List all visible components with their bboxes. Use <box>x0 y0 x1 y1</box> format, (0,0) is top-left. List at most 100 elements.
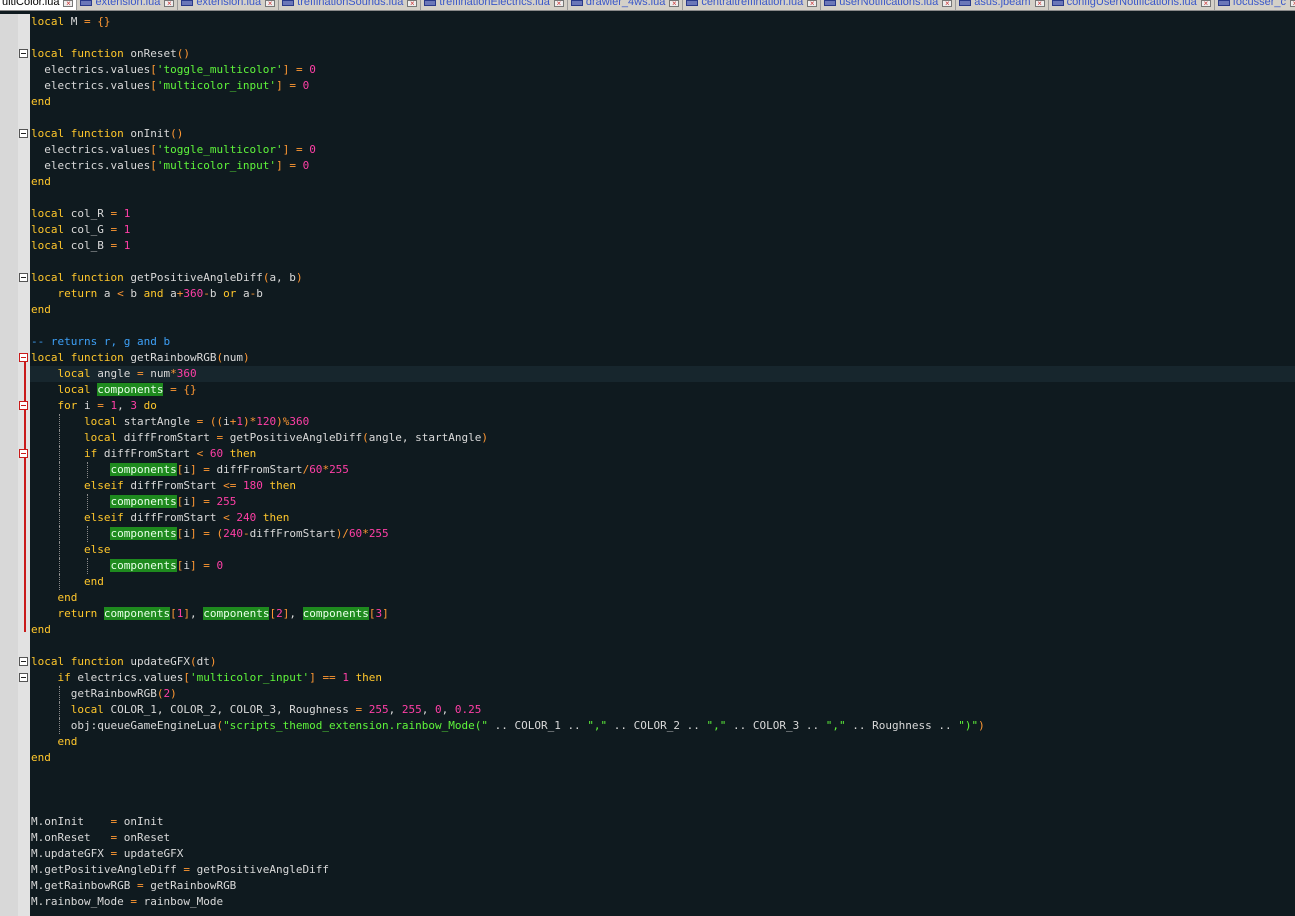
code-line[interactable]: M.updateGFX = updateGFX <box>30 846 1295 862</box>
code-lines[interactable]: local M = {} local function onReset() ele… <box>19 14 1295 910</box>
tab-3[interactable]: treffinationSounds.lua × <box>279 0 422 10</box>
close-icon[interactable]: × <box>553 0 564 8</box>
code-line[interactable]: end <box>30 734 1295 750</box>
tab-label: drawler_4ws.lua <box>585 0 666 8</box>
code-line[interactable]: components[i] = 255 <box>30 494 1295 510</box>
code-line[interactable]: electrics.values['toggle_multicolor'] = … <box>30 142 1295 158</box>
fold-toggle-icon[interactable] <box>19 129 28 138</box>
fold-toggle-icon[interactable] <box>19 49 28 58</box>
tab-7[interactable]: userNotifications.lua × <box>821 0 957 10</box>
fold-toggle-icon[interactable] <box>19 401 28 410</box>
code-line[interactable]: local diffFromStart = getPositiveAngleDi… <box>30 430 1295 446</box>
code-line[interactable] <box>30 782 1295 798</box>
code-line[interactable]: end <box>30 94 1295 110</box>
indent-guide <box>59 494 60 510</box>
indent-guide <box>59 558 60 574</box>
close-icon[interactable]: × <box>1034 0 1045 8</box>
code-line[interactable]: elseif diffFromStart < 240 then <box>30 510 1295 526</box>
fold-toggle-icon[interactable] <box>19 449 28 458</box>
code-line[interactable]: -- returns r, g and b <box>30 334 1295 350</box>
code-line[interactable]: local M = {} <box>30 14 1295 30</box>
code-line[interactable]: end <box>30 622 1295 638</box>
code-line[interactable]: end <box>30 750 1295 766</box>
code-line[interactable] <box>30 254 1295 270</box>
code-line[interactable]: local COLOR_1, COLOR_2, COLOR_3, Roughne… <box>30 702 1295 718</box>
code-line[interactable]: electrics.values['multicolor_input'] = 0 <box>30 158 1295 174</box>
code-line[interactable]: M.rainbow_Mode = rainbow_Mode <box>30 894 1295 910</box>
indent-guide <box>59 702 60 718</box>
code-line[interactable]: if diffFromStart < 60 then <box>19 446 1295 462</box>
code-line[interactable]: electrics.values['multicolor_input'] = 0 <box>30 78 1295 94</box>
code-line[interactable]: components[i] = diffFromStart/60*255 <box>30 462 1295 478</box>
tab-1[interactable]: extension.lua × <box>77 0 179 10</box>
code-line[interactable]: local function getPositiveAngleDiff(a, b… <box>19 270 1295 286</box>
fold-toggle-icon[interactable] <box>19 673 28 682</box>
code-line[interactable]: local col_R = 1 <box>30 206 1295 222</box>
code-line[interactable]: elseif diffFromStart <= 180 then <box>30 478 1295 494</box>
code-line[interactable]: return components[1], components[2], com… <box>30 606 1295 622</box>
close-icon[interactable]: × <box>942 0 953 8</box>
close-icon[interactable]: × <box>164 0 175 8</box>
code-line[interactable]: local col_G = 1 <box>30 222 1295 238</box>
code-line[interactable]: M.onReset = onReset <box>30 830 1295 846</box>
code-line[interactable]: end <box>30 302 1295 318</box>
code-line[interactable] <box>30 318 1295 334</box>
tab-label: ultiColor.lua <box>2 0 60 8</box>
tab-4[interactable]: treffinationElectrics.lua × <box>421 0 568 10</box>
tab-0[interactable]: ultiColor.lua × <box>0 0 78 10</box>
fold-toggle-icon[interactable] <box>19 657 28 666</box>
code-line[interactable]: components[i] = (240-diffFromStart)/60*2… <box>30 526 1295 542</box>
fold-range-marker <box>24 356 26 632</box>
close-icon[interactable]: × <box>807 0 818 8</box>
code-line[interactable] <box>30 798 1295 814</box>
tab-5[interactable]: drawler_4ws.lua × <box>568 0 684 10</box>
code-line[interactable]: local components = {} <box>30 382 1295 398</box>
fold-toggle-icon[interactable] <box>19 273 28 282</box>
code-line[interactable]: end <box>30 590 1295 606</box>
tab-2[interactable]: extension.lua × <box>178 0 280 10</box>
code-line[interactable]: local startAngle = ((i+1)*120)%360 <box>30 414 1295 430</box>
close-icon[interactable]: × <box>63 0 74 8</box>
code-line[interactable]: local col_B = 1 <box>30 238 1295 254</box>
close-icon[interactable]: × <box>265 0 276 8</box>
code-editor[interactable]: local M = {} local function onReset() ele… <box>0 14 1295 916</box>
code-line[interactable]: end <box>30 574 1295 590</box>
tab-label: treffinationSounds.lua <box>297 0 404 8</box>
code-line[interactable]: else <box>30 542 1295 558</box>
code-line[interactable]: local function onInit() <box>19 126 1295 142</box>
code-line[interactable]: obj:queueGameEngineLua("scripts_themod_e… <box>30 718 1295 734</box>
code-line[interactable]: getRainbowRGB(2) <box>30 686 1295 702</box>
code-line[interactable]: for i = 1, 3 do <box>19 398 1295 414</box>
tab-label: centraltreffination.lua <box>701 0 804 8</box>
indent-guide <box>87 494 88 510</box>
code-line[interactable]: M.getRainbowRGB = getRainbowRGB <box>30 878 1295 894</box>
code-line[interactable]: electrics.values['toggle_multicolor'] = … <box>30 62 1295 78</box>
tab-9[interactable]: configUserNotifications.lua × <box>1049 0 1215 10</box>
code-line[interactable] <box>30 110 1295 126</box>
close-icon[interactable]: × <box>407 0 418 8</box>
code-line[interactable]: local function getRainbowRGB(num) <box>19 350 1295 366</box>
code-line[interactable] <box>30 190 1295 206</box>
code-line[interactable]: end <box>30 174 1295 190</box>
code-line[interactable]: return a < b and a+360-b or a-b <box>30 286 1295 302</box>
code-line[interactable] <box>30 766 1295 782</box>
tab-6[interactable]: centraltreffination.lua × <box>683 0 822 10</box>
tab-8[interactable]: asus.jbeam × <box>956 0 1049 10</box>
indent-guide <box>59 478 60 494</box>
close-icon[interactable]: × <box>669 0 680 8</box>
indent-guide <box>59 510 60 526</box>
code-line[interactable]: local angle = num*360 <box>30 366 1295 382</box>
code-line[interactable]: M.getPositiveAngleDiff = getPositiveAngl… <box>30 862 1295 878</box>
tab-10[interactable]: focusser_c × <box>1215 0 1295 10</box>
code-line[interactable]: local function updateGFX(dt) <box>19 654 1295 670</box>
close-icon[interactable]: × <box>1290 0 1295 8</box>
code-line[interactable]: if electrics.values['multicolor_input'] … <box>19 670 1295 686</box>
file-icon <box>424 0 437 6</box>
fold-toggle-icon[interactable] <box>19 353 28 362</box>
code-line[interactable] <box>30 30 1295 46</box>
code-line[interactable]: components[i] = 0 <box>30 558 1295 574</box>
code-line[interactable] <box>30 638 1295 654</box>
close-icon[interactable]: × <box>1200 0 1211 8</box>
code-line[interactable]: local function onReset() <box>19 46 1295 62</box>
code-line[interactable]: M.onInit = onInit <box>30 814 1295 830</box>
